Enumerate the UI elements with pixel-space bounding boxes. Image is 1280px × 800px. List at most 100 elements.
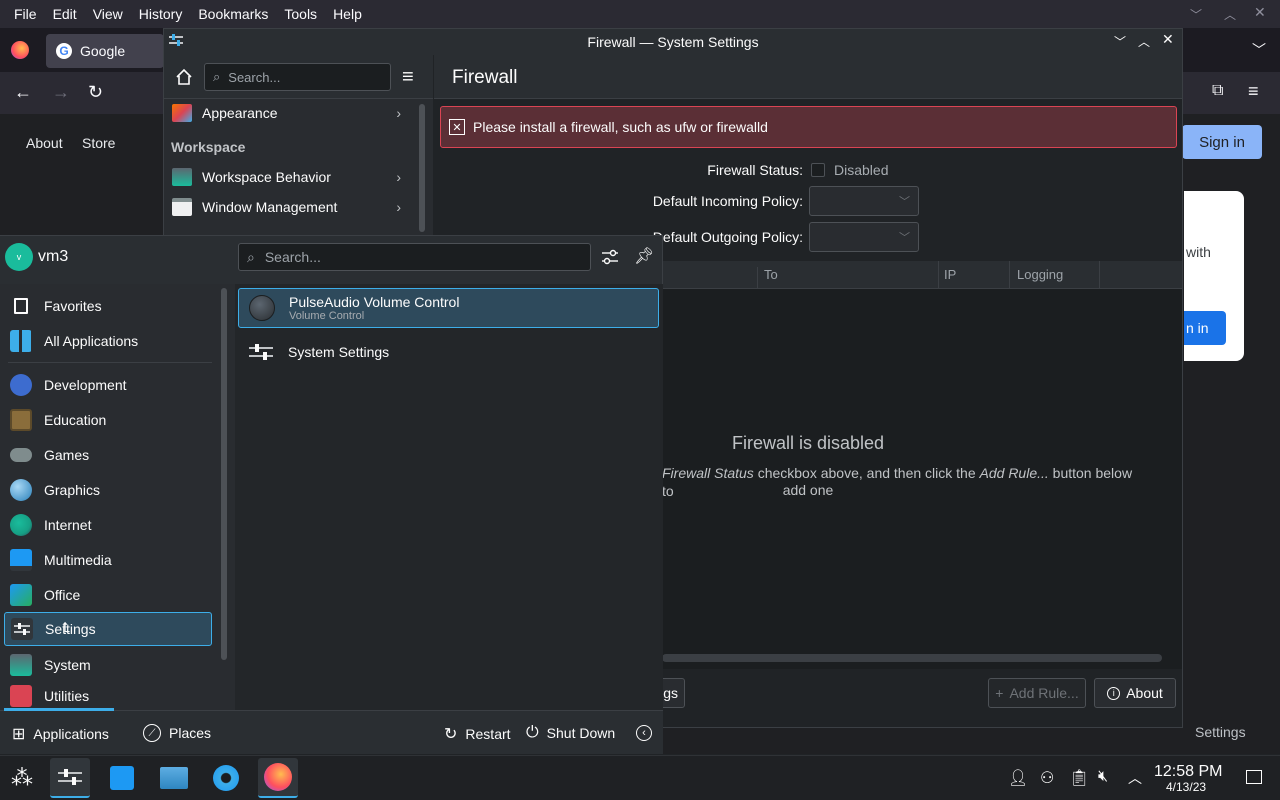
settings-sidebar-scrollbar[interactable] (419, 104, 425, 232)
link-store[interactable]: Store (82, 135, 115, 151)
menu-tools[interactable]: Tools (276, 0, 325, 28)
category-office[interactable]: Office (4, 578, 212, 612)
column-logging[interactable]: Logging (1017, 267, 1063, 282)
ff-minimize-icon[interactable]: ﹀ (1190, 6, 1202, 23)
tab-google[interactable]: G Google (46, 34, 164, 68)
table-horizontal-scrollbar[interactable] (662, 654, 1162, 662)
about-button[interactable]: i About (1094, 678, 1176, 708)
ff-maximize-icon[interactable]: ︿ (1224, 6, 1236, 23)
tab-places[interactable]: ⟋ Places (143, 724, 211, 742)
firewall-status-checkbox[interactable] (811, 163, 825, 177)
category-divider (8, 362, 212, 363)
outgoing-policy-select[interactable]: ﹀ (809, 222, 919, 252)
category-utilities[interactable]: Utilities (4, 683, 212, 709)
menu-view[interactable]: View (85, 0, 131, 28)
menu-help[interactable]: Help (325, 0, 370, 28)
menu-bookmarks[interactable]: Bookmarks (190, 0, 276, 28)
settings-minimize-icon[interactable]: ﹀ (1114, 33, 1126, 50)
link-about[interactable]: About (26, 135, 63, 151)
avatar[interactable]: v (5, 243, 33, 271)
settings-close-icon[interactable]: ✕ (1162, 31, 1174, 48)
menu-edit[interactable]: Edit (45, 0, 85, 28)
chevron-right-icon: › (396, 105, 401, 121)
ff-close-icon[interactable]: ✕ (1254, 4, 1266, 21)
taskbar-file-manager[interactable] (154, 758, 194, 798)
error-banner: ✕ Please install a firewall, such as ufw… (440, 106, 1177, 148)
leave-options-icon[interactable]: ‹ (636, 725, 652, 741)
card-signin-button[interactable]: n in (1184, 311, 1226, 345)
category-games[interactable]: Games (4, 438, 212, 472)
sidebar-item-appearance[interactable]: Appearance › (164, 98, 409, 128)
chevron-right-icon: › (396, 169, 401, 185)
settings-search-input[interactable]: ⌕ Search... (204, 63, 391, 91)
utilities-icon (10, 685, 32, 707)
user-switch-icon[interactable]: ⚇ (1040, 768, 1054, 788)
incoming-policy-select[interactable]: ﹀ (809, 186, 919, 216)
category-settings[interactable]: Settings (4, 612, 212, 646)
sidebar-item-workspace-behavior[interactable]: Workspace Behavior › (164, 162, 409, 192)
app-menu-icon[interactable]: ≡ (1248, 81, 1259, 102)
forward-icon[interactable]: → (52, 82, 70, 103)
plus-icon: + (995, 685, 1004, 701)
sidebar-item-window-management[interactable]: Window Management › (164, 192, 409, 222)
clock-time[interactable]: 12:58 PM (1154, 763, 1222, 781)
settings-titlebar: Firewall — System Settings (164, 29, 1182, 55)
category-multimedia[interactable]: Multimedia (4, 543, 212, 577)
incoming-policy-label: Default Incoming Policy: (652, 193, 803, 209)
taskbar-discover[interactable] (102, 758, 142, 798)
sign-in-button[interactable]: Sign in (1182, 125, 1262, 159)
show-desktop-icon[interactable] (1246, 770, 1262, 784)
reload-icon[interactable]: ↻ (88, 82, 103, 103)
column-ip[interactable]: IP (944, 267, 956, 282)
extensions-icon[interactable]: ⧉ (1212, 82, 1223, 100)
add-rule-button[interactable]: + Add Rule... (988, 678, 1086, 708)
back-icon[interactable]: ← (14, 82, 32, 103)
hamburger-menu-icon[interactable]: ≡ (402, 66, 414, 89)
shutdown-button[interactable]: ⏻ Shut Down (526, 724, 615, 742)
system-settings-icon (58, 769, 82, 785)
clock-date[interactable]: 4/13/23 (1166, 780, 1206, 794)
taskbar-firefox[interactable] (258, 758, 298, 798)
taskbar-settings-gear[interactable] (206, 758, 246, 798)
category-all-applications[interactable]: All Applications (4, 324, 212, 358)
user-icon[interactable]: 👤︎ (1008, 768, 1028, 788)
menu-history[interactable]: History (131, 0, 191, 28)
category-favorites[interactable]: Favorites (4, 289, 212, 323)
settings-maximize-icon[interactable]: ︿ (1138, 33, 1150, 50)
menu-file[interactable]: File (6, 0, 45, 28)
column-to[interactable]: To (764, 267, 778, 282)
grid-icon (10, 330, 32, 352)
restart-button[interactable]: ↻ Restart (444, 724, 511, 744)
taskbar-system-settings[interactable] (50, 758, 90, 798)
clipboard-icon[interactable]: 📋︎ (1069, 768, 1089, 788)
ff-settings-link[interactable]: Settings (1195, 724, 1246, 740)
active-tab-indicator (4, 708, 114, 711)
bookmark-icon (14, 298, 28, 314)
firefox-logo-icon[interactable] (11, 41, 29, 59)
category-development[interactable]: Development (4, 368, 212, 402)
sidebar-item-label: Appearance (202, 105, 278, 121)
pin-icon[interactable]: 📌︎ (634, 246, 654, 266)
mouse-cursor-icon: ⮤ (62, 619, 71, 635)
category-graphics[interactable]: Graphics (4, 473, 212, 507)
category-scrollbar[interactable] (221, 288, 227, 660)
page-title: Firewall (452, 67, 518, 88)
settings-icon (11, 618, 33, 640)
category-system[interactable]: System (4, 648, 212, 682)
home-icon[interactable] (175, 68, 193, 86)
list-tabs-icon[interactable]: ﹀ (1252, 40, 1266, 60)
configure-icon[interactable] (600, 248, 620, 266)
expand-tray-icon[interactable]: ︿ (1128, 768, 1142, 788)
info-icon: i (1107, 686, 1121, 700)
settings-search-placeholder: Search... (228, 69, 281, 85)
tab-title: Google (80, 43, 126, 59)
office-icon (10, 584, 32, 606)
volume-muted-icon[interactable]: 🔇︎ (1098, 768, 1108, 786)
category-education[interactable]: Education (4, 403, 212, 437)
launcher-search-input[interactable]: ⌕ Search... (238, 243, 591, 271)
start-menu-button[interactable]: ⁂ (2, 758, 42, 798)
tab-applications[interactable]: ⊞ Applications (12, 724, 109, 744)
app-system-settings[interactable]: System Settings (238, 332, 659, 372)
app-pulseaudio[interactable]: PulseAudio Volume Control Volume Control (238, 288, 659, 328)
category-internet[interactable]: Internet (4, 508, 212, 542)
